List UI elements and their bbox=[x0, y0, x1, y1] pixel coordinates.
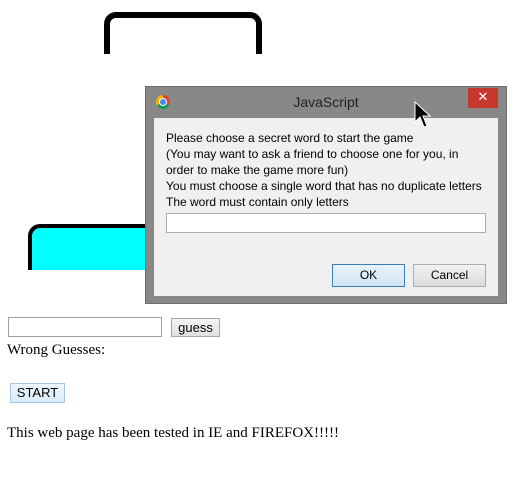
footer-text: This web page has been tested in IE and … bbox=[7, 425, 339, 441]
message-line: order to make the game more fun) bbox=[166, 163, 349, 177]
dialog-titlebar[interactable]: JavaScript ✕ bbox=[146, 87, 506, 117]
dialog-body: Please choose a secret word to start the… bbox=[154, 118, 498, 296]
start-button[interactable]: START bbox=[10, 383, 65, 403]
cancel-button[interactable]: Cancel bbox=[413, 264, 486, 287]
dialog-title: JavaScript bbox=[293, 94, 359, 110]
guess-input[interactable] bbox=[8, 317, 162, 337]
guess-button[interactable]: guess bbox=[171, 318, 220, 337]
secret-word-input[interactable] bbox=[166, 213, 486, 233]
close-button[interactable]: ✕ bbox=[468, 88, 498, 108]
message-line: You must choose a single word that has n… bbox=[166, 179, 482, 193]
ok-button[interactable]: OK bbox=[332, 264, 405, 287]
message-line: (You may want to ask a friend to choose … bbox=[166, 147, 459, 161]
mouse-cursor-icon bbox=[414, 101, 432, 128]
gallows-beam bbox=[104, 12, 270, 54]
gallows-base bbox=[28, 224, 158, 270]
javascript-prompt-dialog: JavaScript ✕ Please choose a secret word… bbox=[145, 86, 507, 304]
message-line: The word must contain only letters bbox=[166, 195, 349, 209]
dialog-message: Please choose a secret word to start the… bbox=[166, 130, 496, 210]
message-line: Please choose a secret word to start the… bbox=[166, 131, 414, 145]
wrong-guesses-label: Wrong Guesses: bbox=[7, 342, 106, 358]
